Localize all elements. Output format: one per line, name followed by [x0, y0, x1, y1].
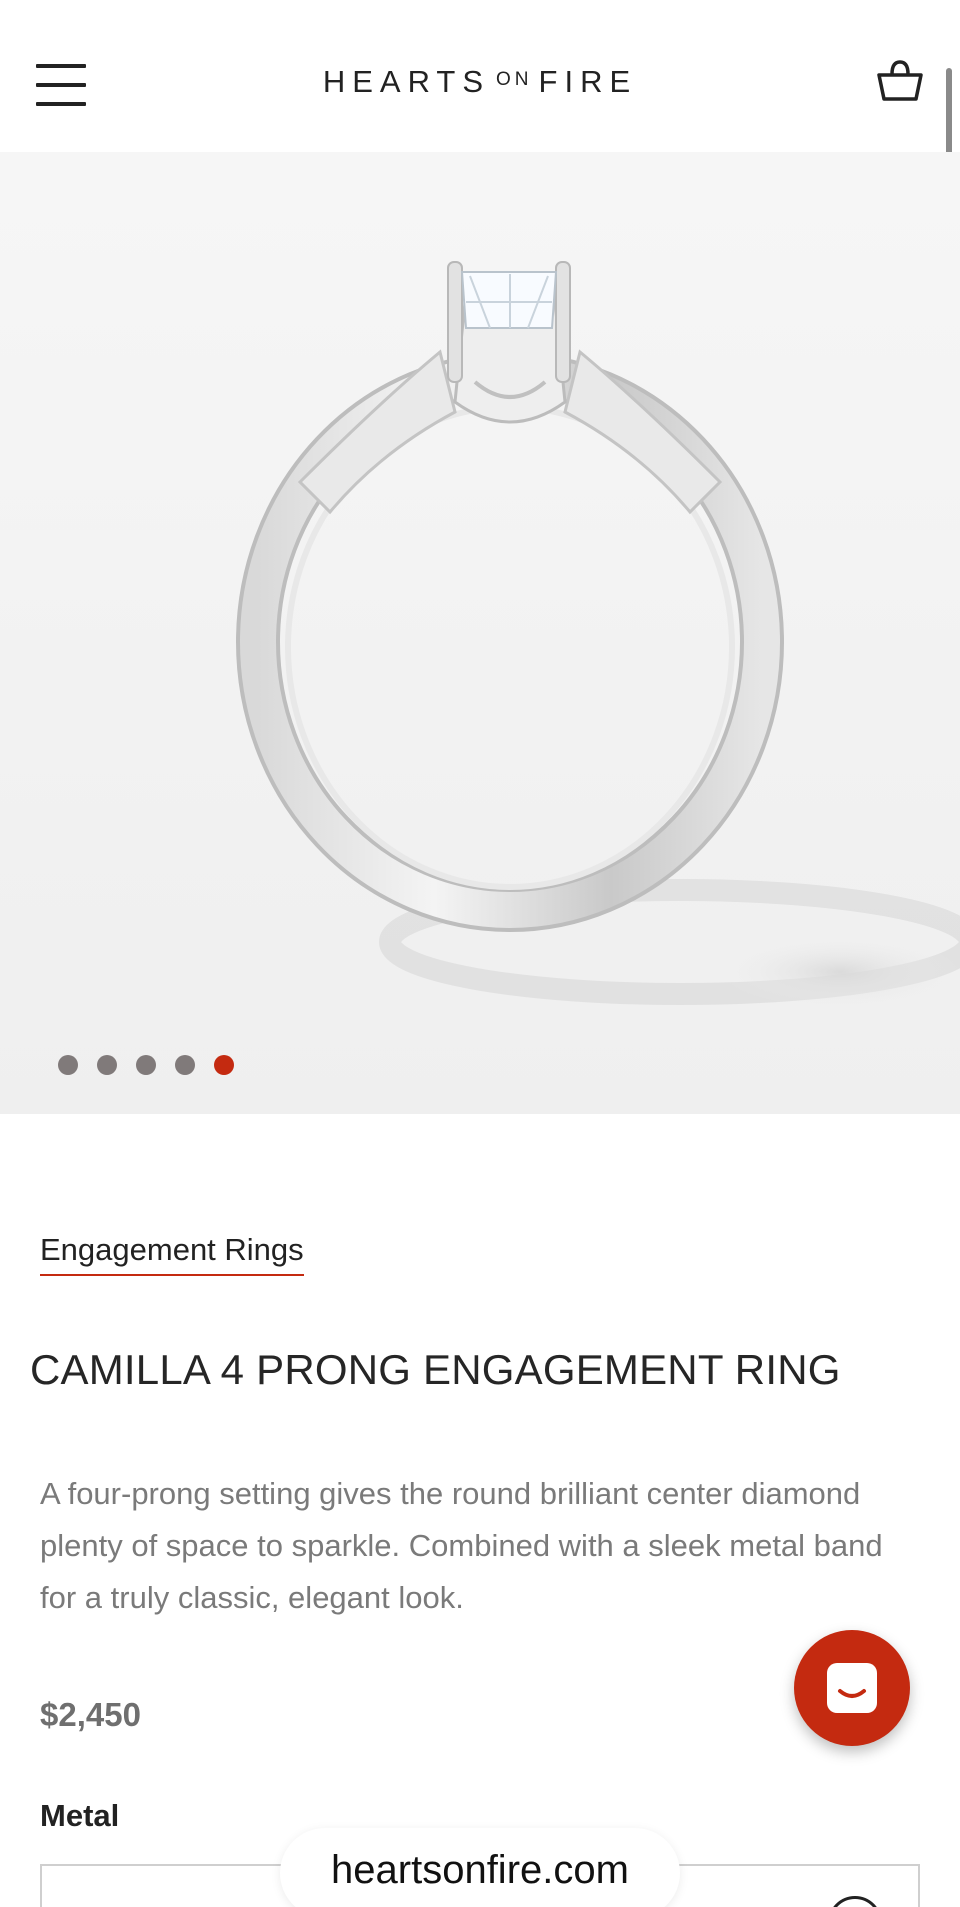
brand-logo[interactable]: HEARTS ON FIRE	[0, 64, 960, 100]
product-description: A four-prong setting gives the round bri…	[40, 1476, 883, 1615]
gallery-dot-5-active[interactable]	[214, 1055, 234, 1075]
ring-product-image	[236, 261, 960, 1008]
logo-text-hearts: HEARTS	[322, 64, 491, 99]
gallery-dot-4[interactable]	[175, 1055, 195, 1075]
chat-bubble-icon[interactable]	[794, 1630, 910, 1746]
metal-label: Metal	[40, 1798, 120, 1833]
gallery-dot-1[interactable]	[58, 1055, 78, 1075]
logo-text-on: ON	[496, 69, 533, 90]
gallery-pagination	[58, 1055, 234, 1077]
gallery-dot-3[interactable]	[136, 1055, 156, 1075]
site-header: HEARTS ON FIRE	[0, 0, 960, 152]
chevron-down-icon	[828, 1896, 882, 1907]
logo-text-fire: FIRE	[538, 64, 638, 99]
product-image-gallery[interactable]	[0, 152, 960, 1114]
product-title: CAMILLA 4 PRONG ENGAGEMENT RING	[30, 1346, 841, 1393]
shopping-bag-icon[interactable]	[876, 58, 924, 104]
browser-url-bar[interactable]: heartsonfire.com	[280, 1828, 680, 1907]
chat-bubble-shape	[827, 1663, 877, 1713]
breadcrumb-engagement-rings[interactable]: Engagement Rings	[40, 1232, 304, 1276]
gallery-dot-2[interactable]	[97, 1055, 117, 1075]
product-price: $2,450	[40, 1696, 141, 1733]
